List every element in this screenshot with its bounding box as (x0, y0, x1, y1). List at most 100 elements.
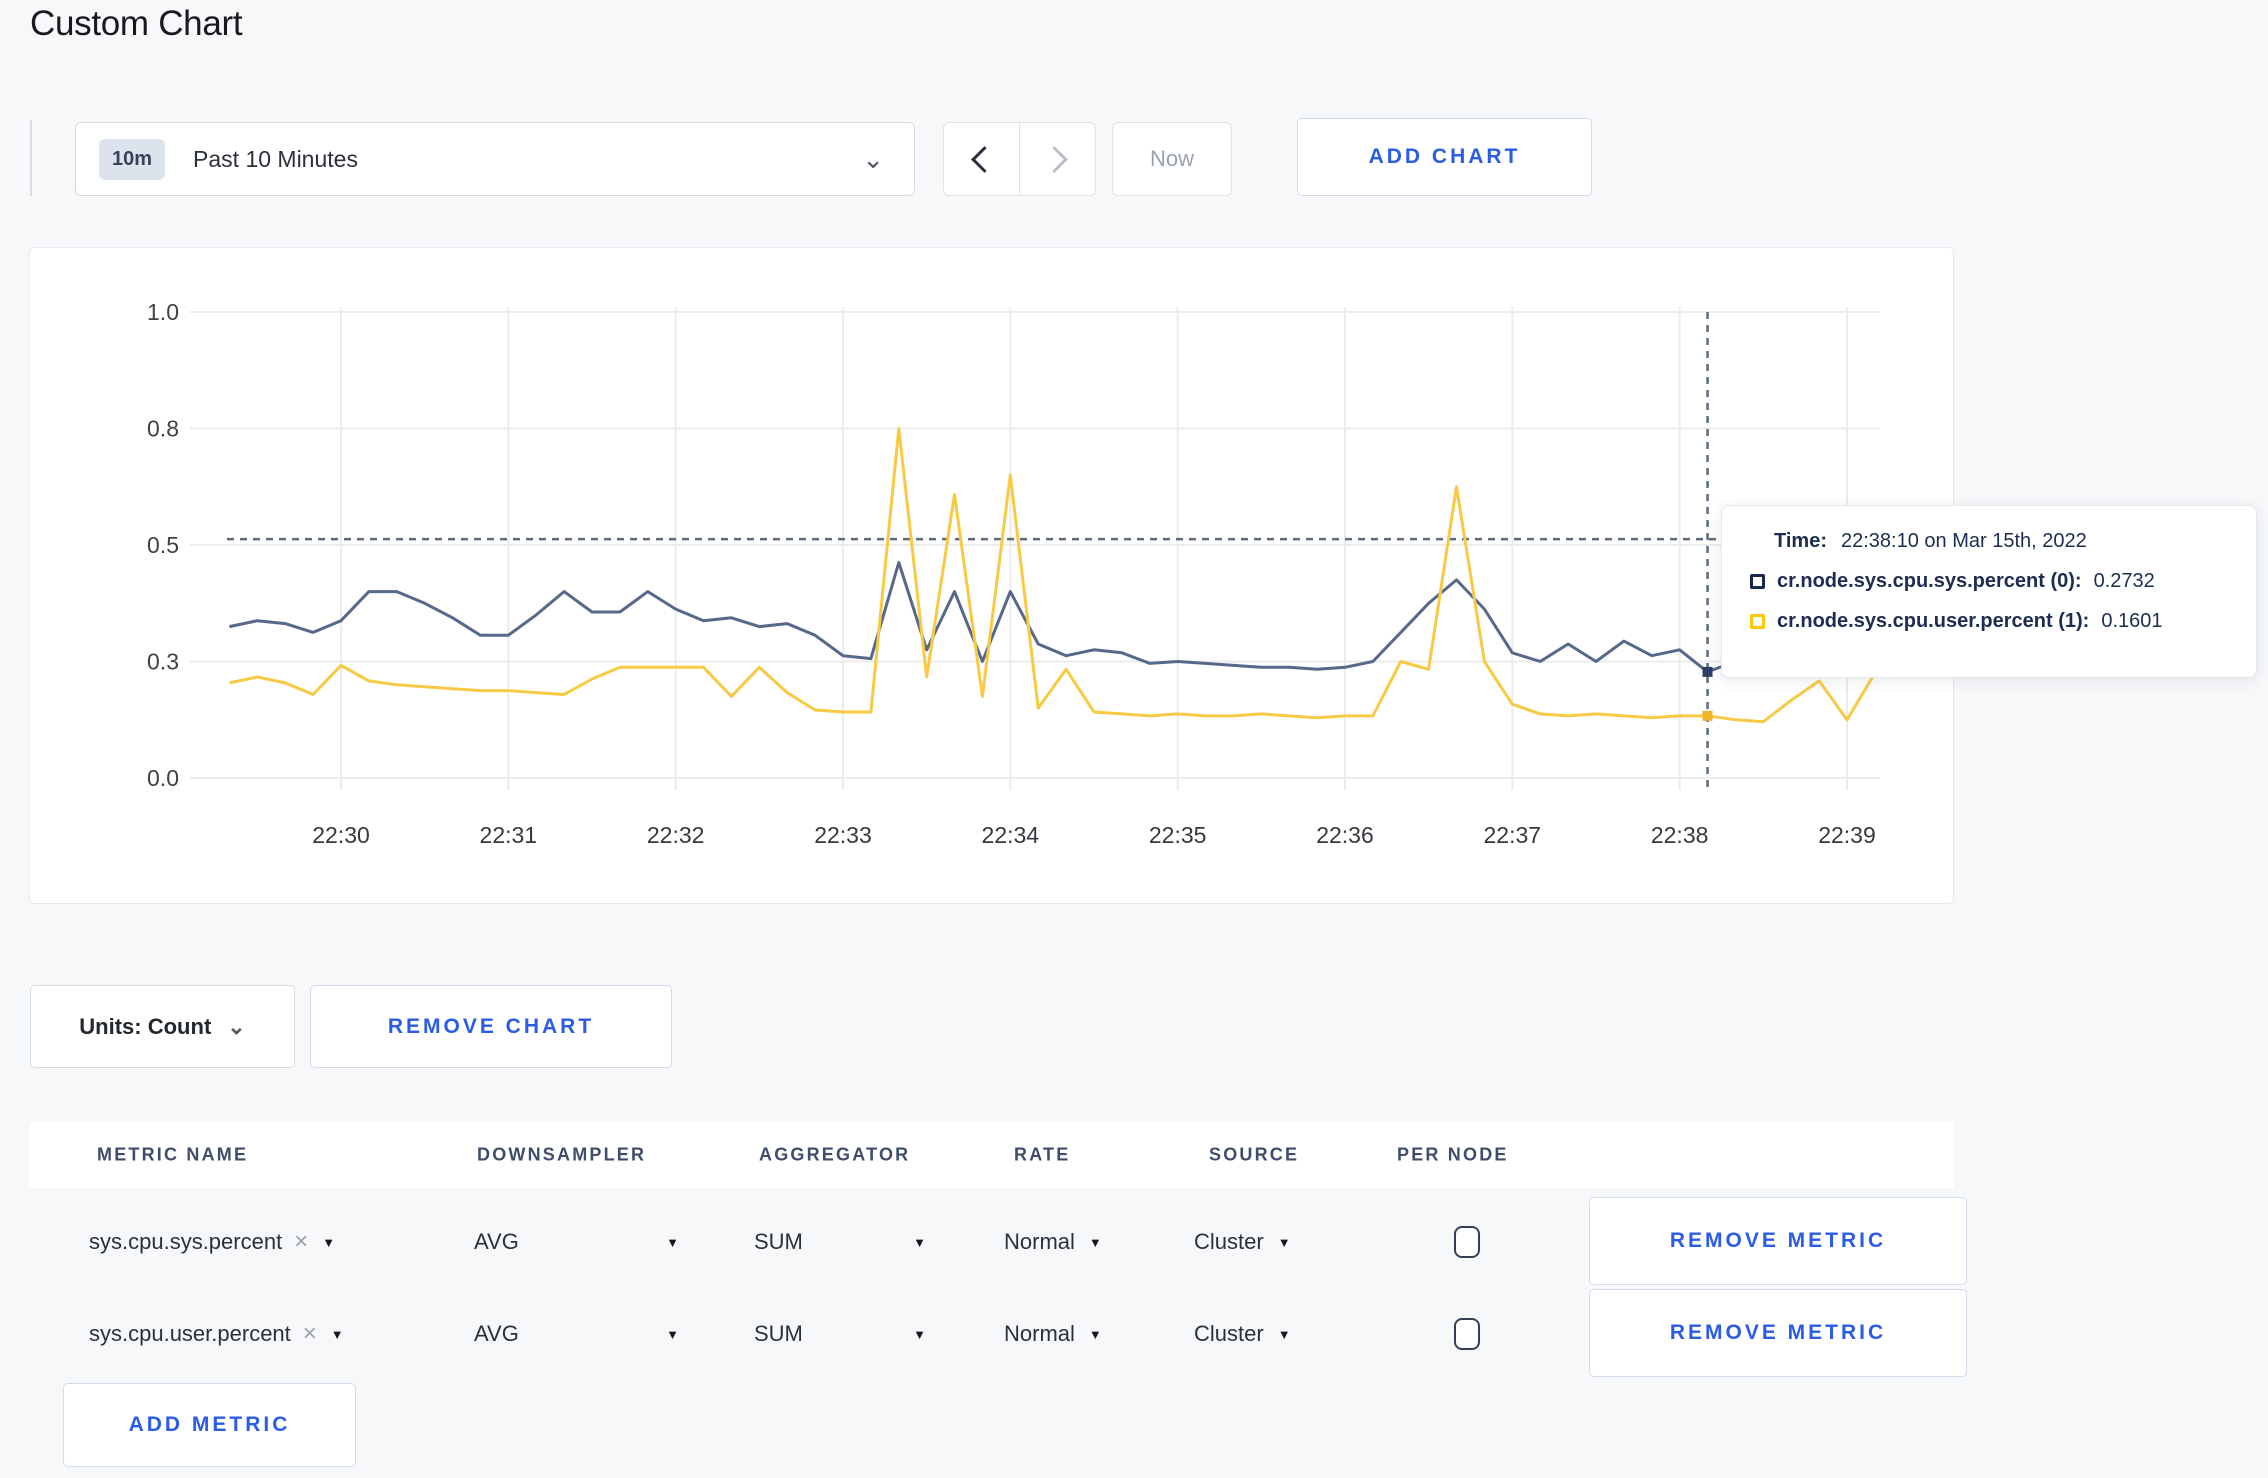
tooltip-series-value: 0.1601 (2101, 610, 2163, 632)
remove-metric-label: REMOVE METRIC (1669, 1321, 1887, 1344)
source-select[interactable]: Cluster ▼ (1194, 1321, 1291, 1347)
time-range-label: Past 10 Minutes (193, 145, 358, 172)
source-value: Cluster (1194, 1229, 1264, 1254)
tooltip-series-row: cr.node.sys.cpu.user.percent (1): 0.1601 (1750, 610, 2256, 633)
remove-metric-label: REMOVE METRIC (1669, 1229, 1887, 1252)
caret-down-icon: ▼ (1277, 1234, 1291, 1250)
aggregator-select[interactable]: SUM ▼ (754, 1229, 926, 1255)
now-button-label: Now (1149, 146, 1194, 171)
aggregator-select[interactable]: SUM ▼ (754, 1321, 926, 1347)
caret-down-icon: ▼ (1088, 1326, 1102, 1342)
chevron-right-icon (1041, 145, 1068, 173)
per-node-checkbox[interactable] (1454, 1318, 1480, 1350)
caret-down-icon: ▼ (666, 1326, 679, 1342)
time-series-chart[interactable]: 0.0 0.3 0.5 0.8 1.0 22:30 22:31 22:32 22:33 22:34… (29, 247, 1954, 904)
chart-tooltip: Time: 22:38:10 on Mar 15th, 2022 cr.node… (1721, 505, 2257, 678)
x-axis-tick-label: 22:35 (1149, 822, 1207, 848)
col-header-rate: RATE (1014, 1144, 1071, 1165)
x-axis-tick-label: 22:39 (1818, 822, 1876, 848)
add-chart-button[interactable]: ADD CHART (1297, 118, 1592, 196)
col-header-aggregator: AGGREGATOR (759, 1144, 911, 1165)
aggregator-value: SUM (754, 1321, 803, 1346)
caret-down-icon: ▼ (322, 1234, 336, 1250)
metrics-table-header: METRIC NAME DOWNSAMPLER AGGREGATOR RATE … (29, 1122, 1954, 1188)
source-select[interactable]: Cluster ▼ (1194, 1229, 1291, 1255)
y-axis-tick-label: 0.8 (147, 416, 179, 442)
rate-value: Normal (1004, 1229, 1075, 1254)
tooltip-time-row: Time: 22:38:10 on Mar 15th, 2022 (1750, 530, 2256, 553)
y-axis-tick-label: 1.0 (147, 299, 179, 325)
time-range-badge: 10m (99, 138, 166, 180)
x-axis-tick-label: 22:32 (647, 822, 705, 848)
metric-name-value: sys.cpu.user.percent (89, 1321, 291, 1346)
downsampler-select[interactable]: AVG ▼ (474, 1229, 679, 1255)
series-line (229, 427, 1877, 724)
x-axis-tick-label: 22:34 (982, 822, 1040, 848)
prev-time-button[interactable] (944, 123, 1020, 195)
caret-down-icon: ▼ (1088, 1234, 1102, 1250)
series-line (229, 561, 1876, 679)
per-node-checkbox[interactable] (1454, 1226, 1480, 1258)
aggregator-value: SUM (754, 1229, 803, 1254)
rate-value: Normal (1004, 1321, 1075, 1346)
toolbar-divider (30, 120, 32, 196)
col-header-metric-name: METRIC NAME (97, 1144, 249, 1165)
x-axis-tick-label: 22:37 (1484, 822, 1542, 848)
tooltip-time-label: Time: (1774, 530, 1827, 552)
time-range-dropdown[interactable]: 10m Past 10 Minutes ⌄ (75, 122, 915, 196)
remove-chart-label: REMOVE CHART (387, 1014, 595, 1038)
x-axis-tick-label: 22:31 (480, 822, 538, 848)
now-button[interactable]: Now (1112, 122, 1232, 196)
caret-down-icon: ▼ (913, 1326, 926, 1342)
time-step-buttons (943, 122, 1096, 196)
table-row: sys.cpu.sys.percent × ▼ AVG ▼ SUM ▼ Norm… (29, 1196, 1967, 1288)
table-row: sys.cpu.user.percent × ▼ AVG ▼ SUM ▼ Nor… (29, 1288, 1967, 1380)
next-time-button[interactable] (1020, 123, 1095, 195)
tooltip-series-row: cr.node.sys.cpu.sys.percent (0): 0.2732 (1750, 570, 2256, 593)
units-label: Units: Count (79, 1013, 212, 1039)
y-axis-tick-label: 0.3 (147, 649, 179, 675)
tooltip-series-name: cr.node.sys.cpu.user.percent (1): (1777, 610, 2090, 632)
add-metric-button[interactable]: ADD METRIC (63, 1383, 356, 1467)
tooltip-series-value: 0.2732 (2093, 570, 2155, 592)
custom-chart-page: Custom Chart 10m Past 10 Minutes ⌄ Now A… (0, 0, 2268, 1478)
metric-name-value: sys.cpu.sys.percent (89, 1229, 283, 1254)
col-header-per-node: PER NODE (1397, 1144, 1509, 1165)
x-axis-tick-label: 22:33 (814, 822, 872, 848)
caret-down-icon: ▼ (1277, 1326, 1291, 1342)
tooltip-series-name: cr.node.sys.cpu.sys.percent (0): (1777, 570, 2082, 592)
hover-point-marker (1702, 666, 1713, 677)
page-title: Custom Chart (30, 4, 243, 43)
x-axis-tick-label: 22:36 (1316, 822, 1374, 848)
series-user-swatch-icon (1750, 614, 1765, 629)
rate-select[interactable]: Normal ▼ (1004, 1229, 1102, 1255)
caret-down-icon: ▼ (330, 1326, 344, 1342)
series-sys-swatch-icon (1750, 574, 1765, 589)
hover-point-marker (1702, 710, 1713, 721)
col-header-source: SOURCE (1209, 1144, 1300, 1165)
col-header-downsampler: DOWNSAMPLER (477, 1144, 647, 1165)
downsampler-value: AVG (474, 1321, 519, 1346)
source-value: Cluster (1194, 1321, 1264, 1346)
close-icon[interactable]: × (294, 1228, 308, 1256)
rate-select[interactable]: Normal ▼ (1004, 1321, 1102, 1347)
remove-chart-button[interactable]: REMOVE CHART (310, 985, 672, 1068)
x-axis-tick-label: 22:38 (1651, 822, 1709, 848)
caret-down-icon: ▼ (666, 1234, 679, 1250)
x-axis-tick-label: 22:30 (312, 822, 370, 848)
metric-name-dropdown[interactable]: sys.cpu.user.percent × ▼ (89, 1320, 344, 1348)
units-dropdown[interactable]: Units: Count ⌄ (30, 985, 295, 1068)
downsampler-value: AVG (474, 1229, 519, 1254)
caret-down-icon: ▼ (913, 1234, 926, 1250)
tooltip-time-value: 22:38:10 on Mar 15th, 2022 (1840, 530, 2087, 552)
add-metric-label: ADD METRIC (128, 1413, 291, 1436)
add-chart-label: ADD CHART (1368, 145, 1521, 168)
y-axis-tick-label: 0.0 (147, 765, 179, 791)
remove-metric-button[interactable]: REMOVE METRIC (1589, 1289, 1967, 1377)
chevron-left-icon (971, 145, 998, 173)
metric-name-dropdown[interactable]: sys.cpu.sys.percent × ▼ (89, 1228, 335, 1256)
downsampler-select[interactable]: AVG ▼ (474, 1321, 679, 1347)
y-axis-tick-label: 0.5 (147, 532, 179, 558)
remove-metric-button[interactable]: REMOVE METRIC (1589, 1197, 1967, 1285)
close-icon[interactable]: × (303, 1320, 317, 1348)
